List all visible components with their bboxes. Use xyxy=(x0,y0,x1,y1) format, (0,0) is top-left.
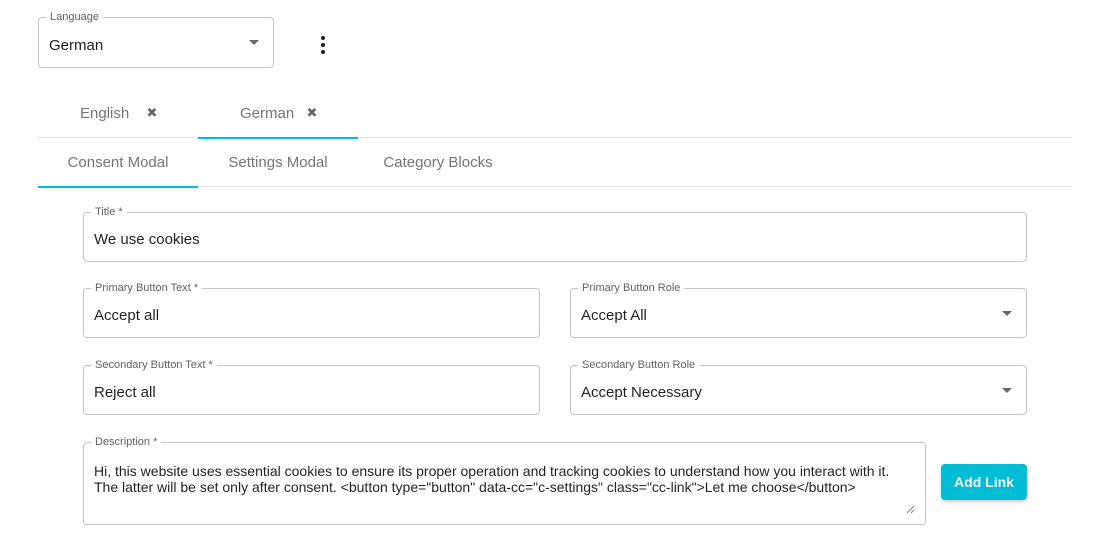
secondary-button-role-select[interactable]: Secondary Button Role Accept Necessary xyxy=(570,359,1027,415)
primary-button-role-value: Accept All xyxy=(581,307,647,324)
chevron-down-icon xyxy=(1002,311,1012,316)
tab-language-english[interactable]: English ✖ xyxy=(38,89,198,138)
secondary-button-text-field[interactable]: Secondary Button Text * Reject all xyxy=(83,359,540,415)
title-field-value: We use cookies xyxy=(94,231,200,248)
add-link-button[interactable]: Add Link xyxy=(941,464,1027,500)
secondary-button-role-label: Secondary Button Role xyxy=(578,359,700,372)
title-field[interactable]: Title * We use cookies xyxy=(83,206,1027,262)
close-icon[interactable]: ✖ xyxy=(306,106,318,120)
primary-button-text-value: Accept all xyxy=(94,307,160,324)
tab-category-blocks[interactable]: Category Blocks xyxy=(358,138,518,187)
tab-label: German xyxy=(240,105,295,122)
section-tabs: Consent Modal Settings Modal Category Bl… xyxy=(38,138,1072,188)
tab-label: English xyxy=(80,105,130,122)
chevron-down-icon xyxy=(249,40,259,45)
secondary-button-text-value: Reject all xyxy=(94,384,156,401)
language-select[interactable]: Language German xyxy=(38,11,274,68)
resize-handle-icon[interactable] xyxy=(905,504,915,514)
chevron-down-icon xyxy=(1002,388,1012,393)
description-value: Hi, this website uses essential cookies … xyxy=(94,463,890,495)
primary-button-text-label: Primary Button Text * xyxy=(91,282,203,295)
secondary-button-text-label: Secondary Button Text * xyxy=(91,359,217,372)
language-select-value: German xyxy=(49,37,104,54)
description-textarea[interactable]: Description * Hi, this website uses esse… xyxy=(83,436,926,525)
tab-label: Category Blocks xyxy=(383,154,493,171)
language-select-label: Language xyxy=(46,11,103,24)
tab-language-german[interactable]: German ✖ xyxy=(198,89,358,139)
primary-button-text-field[interactable]: Primary Button Text * Accept all xyxy=(83,282,540,338)
language-tabs: English ✖ German ✖ xyxy=(38,89,1072,139)
close-icon[interactable]: ✖ xyxy=(146,106,158,120)
description-label: Description * xyxy=(91,436,162,449)
tab-label: Settings Modal xyxy=(228,154,328,171)
secondary-button-role-value: Accept Necessary xyxy=(581,384,702,401)
tab-label: Consent Modal xyxy=(67,154,169,171)
tab-settings-modal[interactable]: Settings Modal xyxy=(198,138,358,187)
title-field-label: Title * xyxy=(91,206,127,219)
more-options-icon[interactable] xyxy=(313,34,333,56)
tab-consent-modal[interactable]: Consent Modal xyxy=(38,138,198,188)
primary-button-role-label: Primary Button Role xyxy=(578,282,685,295)
primary-button-role-select[interactable]: Primary Button Role Accept All xyxy=(570,282,1027,338)
